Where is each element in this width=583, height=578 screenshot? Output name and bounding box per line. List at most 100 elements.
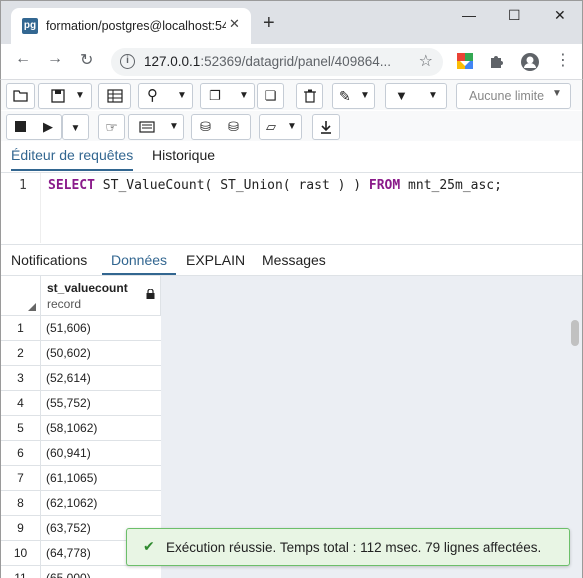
- transaction-buttons: ⛁ ⛁: [191, 114, 251, 140]
- filter-funnel-icon: ▼: [395, 88, 408, 103]
- tab-notifications[interactable]: Notifications: [11, 252, 87, 268]
- delete-trash-icon[interactable]: [296, 83, 323, 109]
- table-row[interactable]: 7 (61,1065): [1, 466, 161, 491]
- edit-data-grid-icon[interactable]: [98, 83, 131, 109]
- forward-arrow-icon[interactable]: →: [47, 50, 63, 68]
- cell-value[interactable]: (60,941): [46, 441, 91, 465]
- sql-editor[interactable]: 1 SELECT ST_ValueCount( ST_Union( rast )…: [1, 173, 582, 243]
- select-all-corner[interactable]: [1, 276, 41, 316]
- pgadmin-query-tool: ▼ ⚲ ▼ ❐ ▼ ❏ ✎ ▼ ▼ ▼ Aucune limite ▼ ▶ ▼ …: [0, 80, 583, 578]
- cell-value[interactable]: (62,1062): [46, 491, 97, 515]
- tab-title: formation/postgres@localhost:54: [46, 19, 226, 33]
- row-number[interactable]: 7: [1, 466, 41, 491]
- table-row[interactable]: 4 (55,752): [1, 391, 161, 416]
- tab-explain[interactable]: EXPLAIN: [186, 252, 245, 268]
- cell-value[interactable]: (55,752): [46, 391, 91, 415]
- bookmark-star-icon[interactable]: ☆: [419, 51, 433, 71]
- stop-icon[interactable]: [15, 121, 26, 132]
- address-bar-row: ← → ↻ i 127.0.0.1:52369/datagrid/panel/4…: [0, 44, 583, 80]
- browser-tab-bar: pg formation/postgres@localhost:54 ✕ + —…: [0, 0, 583, 45]
- chevron-down-icon[interactable]: ▼: [177, 84, 187, 108]
- pgadmin-favicon-icon: pg: [22, 18, 38, 34]
- close-window-button[interactable]: ✕: [554, 7, 566, 24]
- row-number[interactable]: 10: [1, 541, 41, 566]
- minimize-button[interactable]: —: [462, 7, 476, 23]
- row-number[interactable]: 5: [1, 416, 41, 441]
- clear-button[interactable]: ▱ ▼: [259, 114, 302, 140]
- paste-icon[interactable]: ❏: [257, 83, 284, 109]
- table-row[interactable]: 11 (65,000): [1, 566, 161, 578]
- back-arrow-icon[interactable]: ←: [15, 50, 31, 68]
- table-row[interactable]: 6 (60,941): [1, 441, 161, 466]
- chevron-down-icon[interactable]: ▼: [360, 84, 370, 108]
- maximize-button[interactable]: ☐: [508, 7, 521, 24]
- tab-query-editor[interactable]: Éditeur de requêtes: [11, 147, 134, 171]
- cell-value[interactable]: (58,1062): [46, 416, 97, 440]
- table-row[interactable]: 1 (51,606): [1, 316, 161, 341]
- address-bar[interactable]: i 127.0.0.1:52369/datagrid/panel/409864.…: [111, 48, 443, 76]
- row-number[interactable]: 9: [1, 516, 41, 541]
- row-number[interactable]: 1: [1, 316, 41, 341]
- tab-messages[interactable]: Messages: [262, 252, 326, 268]
- tab-history[interactable]: Historique: [152, 147, 215, 169]
- open-file-icon[interactable]: [6, 83, 35, 109]
- explain-analyze-button[interactable]: ▼: [128, 114, 184, 140]
- url-text[interactable]: 127.0.0.1:52369/datagrid/panel/409864...: [144, 54, 391, 69]
- search-icon: ⚲: [147, 87, 158, 104]
- column-name: st_valuecount: [47, 281, 128, 295]
- site-info-icon[interactable]: i: [120, 54, 135, 69]
- save-file-button[interactable]: ▼: [38, 83, 92, 109]
- chevron-down-icon[interactable]: ▼: [287, 115, 297, 139]
- filter-button[interactable]: ▼ ▼: [385, 83, 447, 109]
- lock-icon: [146, 288, 155, 302]
- row-number[interactable]: 8: [1, 491, 41, 516]
- execute-options-chevron-icon[interactable]: ▼: [62, 114, 89, 140]
- extension-colorful-icon[interactable]: [456, 52, 474, 70]
- row-number[interactable]: 4: [1, 391, 41, 416]
- table-row[interactable]: 3 (52,614): [1, 366, 161, 391]
- toolbar-row-2: ▶ ▼ ☞ ▼ ⛁ ⛁ ▱ ▼: [1, 111, 582, 141]
- cell-value[interactable]: (63,752): [46, 516, 91, 540]
- explain-hand-icon[interactable]: ☞: [98, 114, 125, 140]
- chevron-down-icon[interactable]: ▼: [552, 88, 562, 99]
- table-row[interactable]: 5 (58,1062): [1, 416, 161, 441]
- cell-value[interactable]: (52,614): [46, 366, 91, 390]
- check-icon: ✔: [143, 538, 155, 554]
- cell-value[interactable]: (61,1065): [46, 466, 97, 490]
- sql-code-line[interactable]: SELECT ST_ValueCount( ST_Union( rast ) )…: [48, 178, 502, 193]
- chevron-down-icon[interactable]: ▼: [75, 84, 85, 108]
- browser-menu-icon[interactable]: ⋮: [555, 50, 571, 70]
- cell-value[interactable]: (51,606): [46, 316, 91, 340]
- row-number[interactable]: 2: [1, 341, 41, 366]
- reload-icon[interactable]: ↻: [80, 50, 93, 70]
- copy-icon: ❐: [209, 88, 221, 103]
- column-header[interactable]: st_valuecount record: [41, 276, 161, 316]
- cell-value[interactable]: (64,778): [46, 541, 91, 565]
- toast-message: Exécution réussie. Temps total : 112 mse…: [166, 540, 542, 555]
- new-tab-button[interactable]: +: [263, 13, 275, 33]
- rollback-database-icon[interactable]: ⛁: [228, 115, 239, 139]
- chevron-down-icon[interactable]: ▼: [239, 84, 249, 108]
- cell-value[interactable]: (65,000): [46, 566, 91, 578]
- row-number[interactable]: 11: [1, 566, 41, 578]
- profile-avatar-icon[interactable]: [520, 52, 539, 71]
- row-number[interactable]: 6: [1, 441, 41, 466]
- tab-close-icon[interactable]: ✕: [229, 16, 240, 32]
- download-csv-icon[interactable]: [312, 114, 340, 140]
- eraser-icon: ▱: [266, 119, 276, 134]
- commit-database-icon[interactable]: ⛁: [200, 115, 211, 139]
- execute-play-icon[interactable]: ▶: [43, 115, 53, 139]
- find-button[interactable]: ⚲ ▼: [138, 83, 193, 109]
- edit-button[interactable]: ✎ ▼: [332, 83, 375, 109]
- table-row[interactable]: 2 (50,602): [1, 341, 161, 366]
- chevron-down-icon[interactable]: ▼: [428, 84, 438, 108]
- copy-button[interactable]: ❐ ▼: [200, 83, 255, 109]
- chevron-down-icon[interactable]: ▼: [169, 115, 179, 139]
- vertical-scrollbar[interactable]: [571, 320, 579, 346]
- cell-value[interactable]: (50,602): [46, 341, 91, 365]
- tab-data-output[interactable]: Données: [102, 252, 177, 275]
- extensions-puzzle-icon[interactable]: [488, 52, 506, 70]
- browser-tab[interactable]: pg formation/postgres@localhost:54 ✕: [11, 8, 251, 45]
- row-number[interactable]: 3: [1, 366, 41, 391]
- table-row[interactable]: 8 (62,1062): [1, 491, 161, 516]
